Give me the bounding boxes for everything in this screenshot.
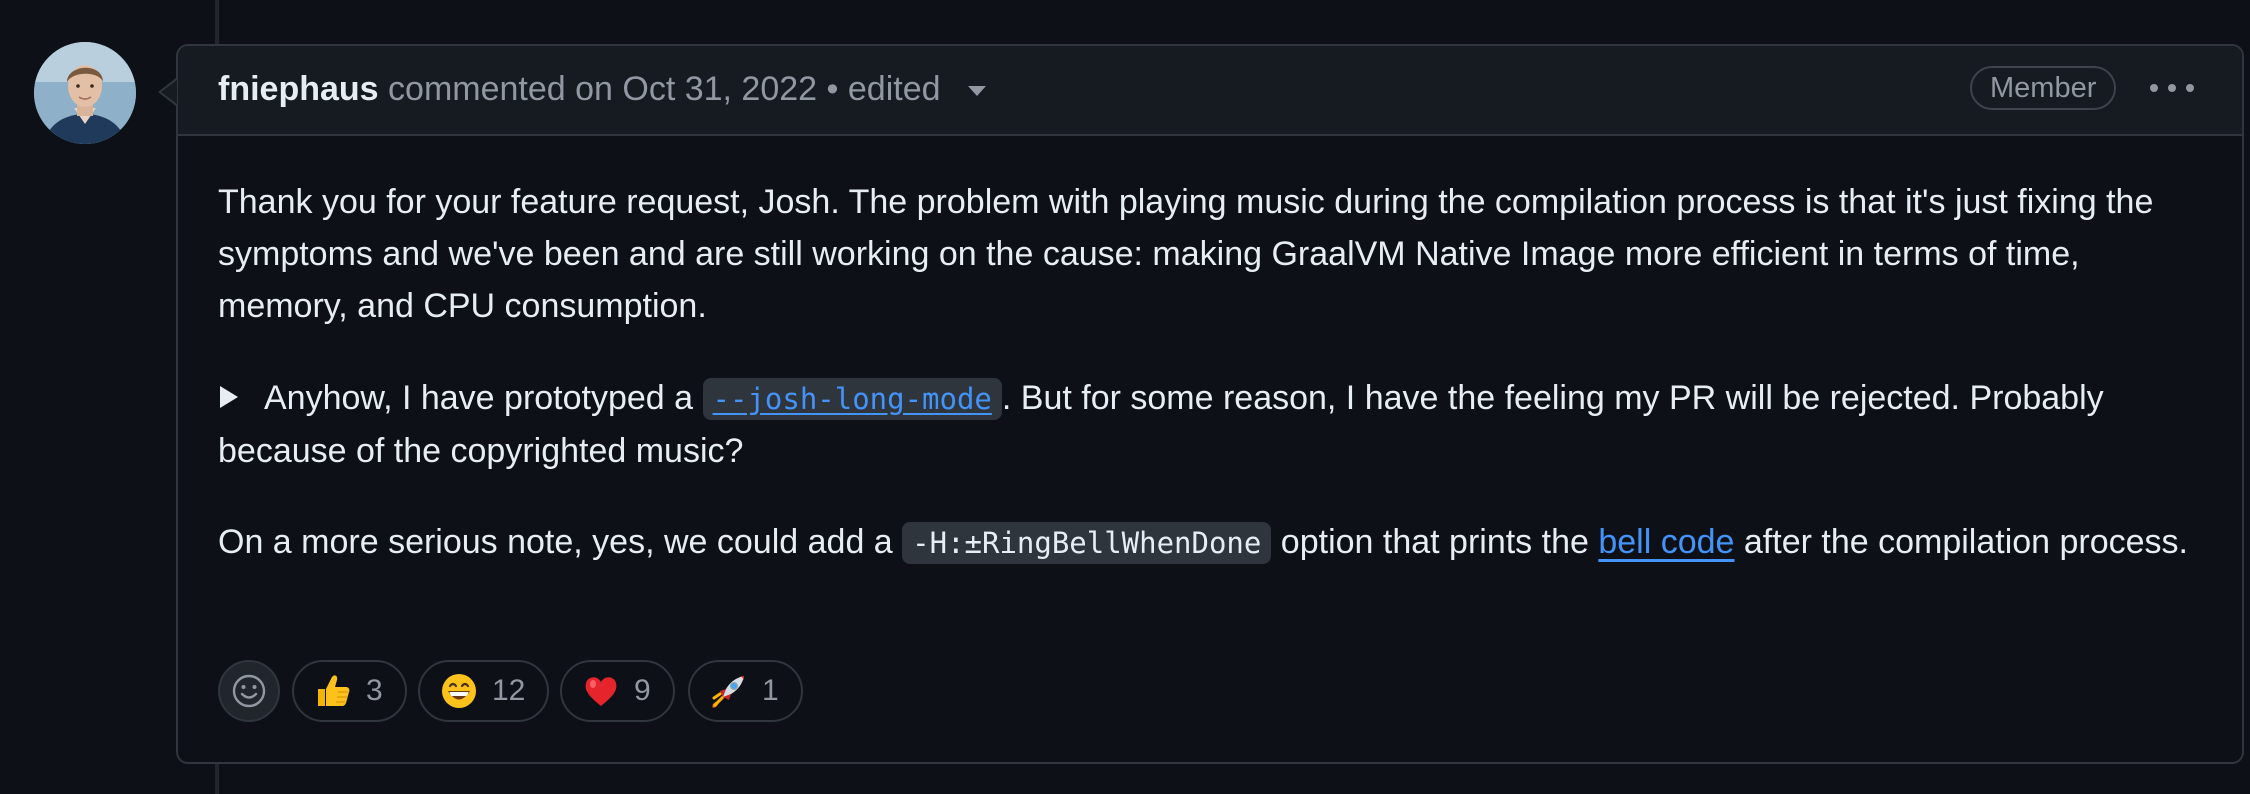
role-badge: Member [1970, 66, 2117, 110]
comment-header: fniephaus commented on Oct 31, 2022 • ed… [178, 46, 2242, 136]
chevron-down-icon[interactable] [967, 86, 986, 97]
reaction-thumbs-up[interactable]: 3 [292, 660, 407, 722]
inline-code: -H:±RingBellWhenDone [902, 522, 1272, 564]
comment-timestamp[interactable]: commented on Oct 31, 2022 [388, 70, 817, 108]
author-link[interactable]: fniephaus [218, 70, 379, 108]
reaction-count: 12 [492, 674, 526, 707]
comment-header-text: fniephaus commented on Oct 31, 2022 • ed… [218, 68, 986, 110]
code-link[interactable]: --josh-long-mode [702, 378, 1002, 420]
comment-paragraph-1: Thank you for your feature request, Josh… [218, 183, 2154, 325]
reaction-count: 1 [762, 674, 779, 707]
paragraph-text: On a more serious note, yes, we could ad… [218, 523, 903, 561]
paragraph-text-middle: option that prints the [1271, 523, 1599, 561]
red-heart-icon [585, 677, 617, 706]
rocket-icon [712, 676, 744, 708]
reaction-laugh[interactable]: 12 [418, 660, 550, 722]
comment-paragraph-3: On a more serious note, yes, we could ad… [218, 516, 2208, 569]
grinning-face-icon [442, 674, 476, 708]
reaction-count: 3 [366, 674, 383, 707]
disclosure-triangle-icon[interactable] [220, 386, 238, 409]
reaction-heart[interactable]: 9 [560, 660, 675, 722]
avatar-image [34, 42, 136, 144]
comment-card: fniephaus commented on Oct 31, 2022 • ed… [176, 44, 2244, 764]
avatar[interactable] [34, 42, 136, 144]
smiley-icon [232, 674, 266, 708]
comment-paragraph-2: Anyhow, I have prototyped a --josh-long-… [218, 372, 2208, 477]
add-reaction-button[interactable] [218, 660, 280, 722]
thumbs-up-icon [318, 675, 350, 706]
bell-code-link[interactable]: bell code [1598, 523, 1734, 561]
reaction-count: 9 [634, 674, 651, 707]
paragraph-text-after: after the compilation process. [1734, 523, 2189, 561]
edited-label[interactable]: • edited [827, 70, 941, 108]
kebab-menu-icon[interactable] [2150, 80, 2194, 100]
comment-pointer-fill [161, 80, 177, 104]
details-summary-text[interactable]: Anyhow, I have prototyped a [264, 379, 703, 417]
reaction-rocket[interactable]: 1 [688, 660, 803, 722]
